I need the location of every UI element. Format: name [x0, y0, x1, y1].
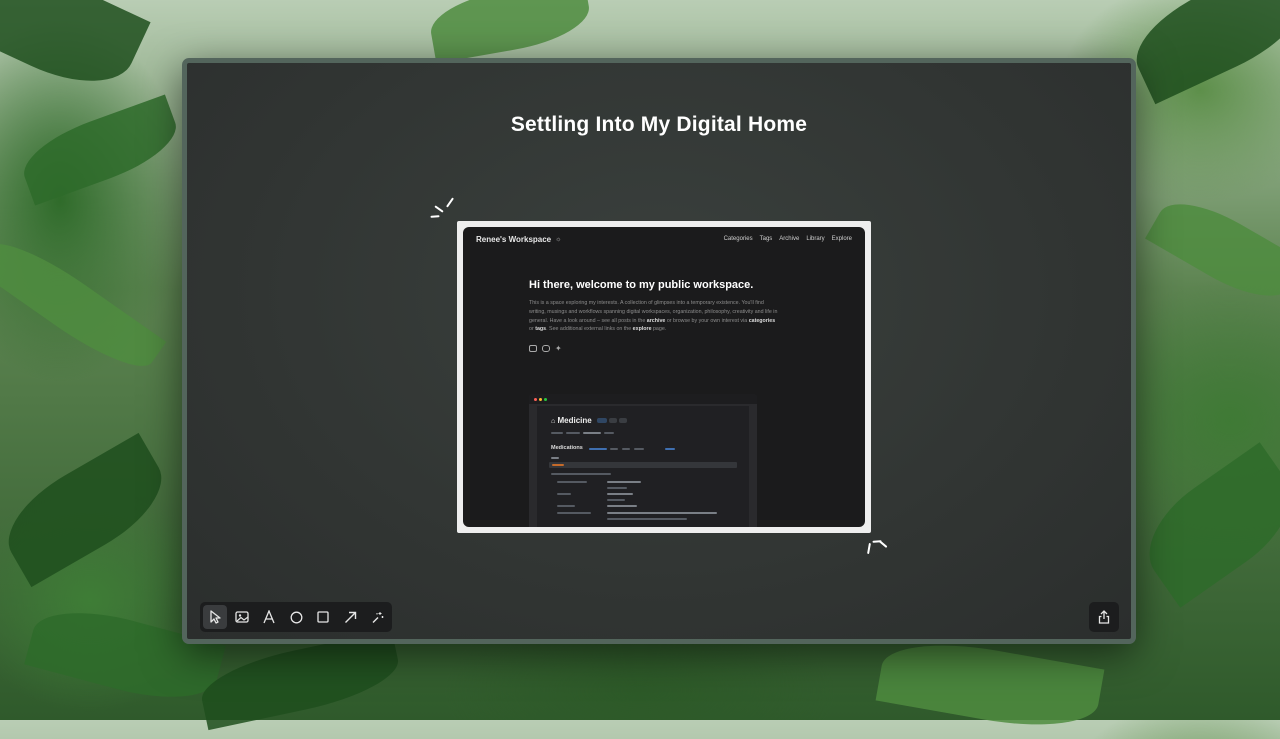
sun-icon: ☼ — [555, 235, 562, 243]
nav-library[interactable]: Library — [806, 236, 824, 242]
website-preview: Renee's Workspace ☼ Categories Tags Arch… — [463, 227, 865, 527]
slide-title: Settling Into My Digital Home — [510, 113, 808, 136]
explore-link[interactable]: explore — [633, 326, 652, 332]
site-heading: Hi there, welcome to my public workspace… — [529, 279, 754, 291]
circle-icon[interactable] — [284, 605, 308, 629]
annotation-toolbar — [200, 602, 392, 632]
embedded-app-body: ⌂ Medicine Medications — [537, 406, 749, 527]
website-screenshot[interactable]: Renee's Workspace ☼ Categories Tags Arch… — [457, 221, 871, 533]
embedded-titlebar — [529, 394, 757, 404]
nav-archive[interactable]: Archive — [779, 236, 799, 242]
pointer-icon[interactable] — [203, 605, 227, 629]
nav-tags[interactable]: Tags — [760, 236, 773, 242]
social-icons: ✦ — [529, 345, 562, 353]
embedded-section-title: Medications — [551, 445, 583, 451]
mail-icon[interactable] — [529, 345, 537, 352]
site-nav: Renee's Workspace ☼ Categories Tags Arch… — [476, 233, 852, 245]
house-icon: ⌂ — [551, 418, 556, 425]
tags-link[interactable]: tags — [535, 326, 546, 332]
share-icon — [1098, 610, 1110, 624]
magic-icon[interactable] — [365, 605, 389, 629]
nav-explore[interactable]: Explore — [832, 236, 852, 242]
categories-link[interactable]: categories — [749, 318, 776, 324]
embedded-page-title: ⌂ Medicine — [551, 416, 592, 425]
site-hero: Hi there, welcome to my public workspace… — [529, 279, 779, 334]
archive-link[interactable]: archive — [647, 318, 666, 324]
share-button[interactable] — [1089, 602, 1119, 632]
presentation-window: Settling Into My Digital Home Renee's Wo… — [182, 58, 1136, 644]
image-icon[interactable] — [230, 605, 254, 629]
twitter-icon[interactable]: ✦ — [555, 345, 562, 353]
nav-categories[interactable]: Categories — [724, 236, 753, 242]
text-icon[interactable] — [257, 605, 281, 629]
site-brand[interactable]: Renee's Workspace ☼ — [476, 235, 562, 244]
square-icon[interactable] — [311, 605, 335, 629]
site-intro: This is a space exploring my interests. … — [529, 300, 778, 333]
youtube-icon[interactable] — [542, 345, 550, 352]
arrow-icon[interactable] — [338, 605, 362, 629]
embedded-app-screenshot: ⌂ Medicine Medications — [529, 394, 757, 527]
